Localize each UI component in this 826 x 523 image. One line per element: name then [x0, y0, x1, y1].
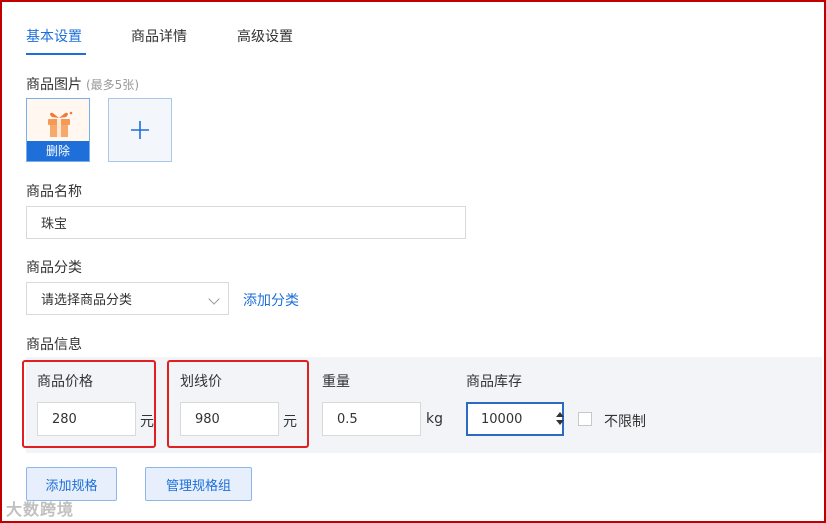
weight-label: 重量 [322, 374, 350, 390]
price-unit: 元 [140, 414, 154, 430]
stepper-up-icon[interactable] [556, 412, 564, 417]
product-name-label: 商品名称 [26, 184, 82, 200]
plus-icon [131, 121, 149, 139]
delete-image-button[interactable]: 删除 [27, 141, 89, 161]
unlimited-stock-checkbox[interactable] [578, 412, 592, 426]
add-category-link[interactable]: 添加分类 [243, 290, 299, 310]
price-label: 商品价格 [37, 374, 93, 390]
stock-input[interactable]: 10000 [466, 402, 564, 436]
product-images-label: 商品图片 (最多5张) [26, 74, 139, 94]
product-images-title: 商品图片 [26, 77, 82, 93]
weight-value: 0.5 [337, 411, 358, 427]
active-tab-indicator [26, 53, 86, 55]
price-value: 280 [52, 411, 77, 427]
product-name-value: 珠宝 [41, 217, 68, 232]
category-select[interactable]: 请选择商品分类 [26, 282, 229, 315]
product-name-input[interactable]: 珠宝 [26, 206, 466, 239]
gift-icon [48, 111, 73, 137]
manage-spec-group-button[interactable]: 管理规格组 [145, 467, 252, 501]
stock-value: 10000 [481, 411, 523, 427]
watermark-text: 大数跨境 [6, 500, 75, 519]
watermark-logo: 大数跨境 [6, 496, 74, 520]
category-select-value: 请选择商品分类 [41, 293, 133, 308]
tab-advanced-settings[interactable]: 高级设置 [237, 26, 293, 46]
strike-price-unit: 元 [283, 414, 297, 430]
strike-price-label: 划线价 [180, 374, 222, 390]
add-image-button[interactable] [108, 98, 172, 162]
unlimited-stock-label: 不限制 [604, 414, 646, 430]
chevron-down-icon [208, 293, 220, 305]
product-category-label: 商品分类 [26, 260, 82, 276]
stepper-down-icon[interactable] [556, 420, 564, 425]
tab-product-details[interactable]: 商品详情 [131, 26, 187, 46]
weight-input[interactable]: 0.5 [322, 402, 421, 436]
price-input[interactable]: 280 [37, 402, 136, 436]
weight-unit: kg [426, 411, 443, 427]
tab-basic-settings[interactable]: 基本设置 [26, 26, 82, 46]
stock-label: 商品库存 [466, 374, 522, 390]
product-images-hint: (最多5张) [86, 78, 139, 92]
product-image-thumbnail[interactable]: 删除 [26, 98, 90, 162]
strike-price-input[interactable]: 980 [180, 402, 279, 436]
strike-price-value: 980 [195, 411, 220, 427]
product-info-label: 商品信息 [26, 337, 82, 353]
